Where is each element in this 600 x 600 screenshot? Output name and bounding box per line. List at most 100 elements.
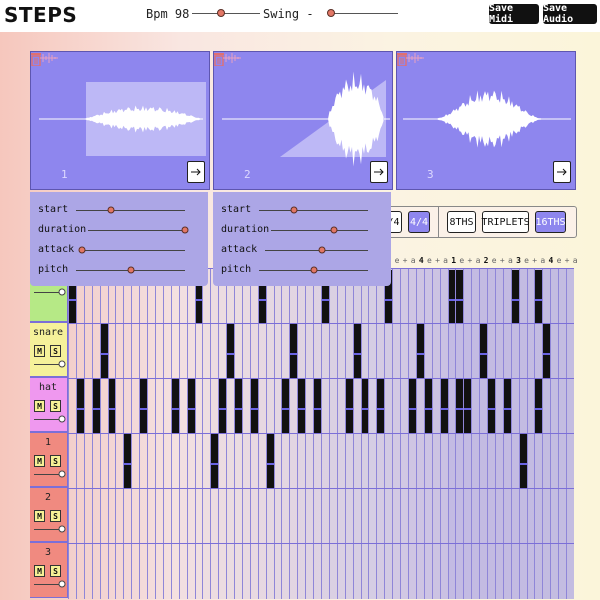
step-sequencer-grid[interactable]	[68, 268, 574, 599]
sample-panel-1[interactable]: 1	[30, 51, 210, 190]
param-slider-knob[interactable]	[78, 246, 86, 254]
velocity-marker	[171, 408, 179, 411]
step-note[interactable]	[464, 379, 472, 433]
param-slider-knob[interactable]	[127, 266, 134, 274]
param-slider-knob[interactable]	[310, 266, 317, 274]
track-volume-knob[interactable]	[58, 360, 66, 368]
bpm-slider-knob[interactable]	[216, 9, 225, 17]
subdivision-16ths[interactable]: 16THS	[535, 211, 566, 233]
solo-button[interactable]: S	[50, 510, 61, 522]
subdivision-triplets[interactable]: TRIPLETS	[481, 211, 530, 233]
swing-slider-knob[interactable]	[327, 9, 336, 17]
sample-panel-2[interactable]: 2	[213, 51, 393, 190]
mute-button[interactable]: M	[34, 345, 45, 357]
bpm-slider[interactable]	[192, 13, 260, 14]
step-note[interactable]	[361, 379, 369, 433]
step-note[interactable]	[345, 379, 353, 433]
export-button[interactable]	[553, 161, 571, 183]
step-note[interactable]	[108, 379, 116, 433]
param-slider-start[interactable]	[259, 210, 368, 211]
beat-label: 2	[483, 256, 489, 265]
step-note[interactable]	[92, 379, 100, 433]
step-note[interactable]	[535, 270, 543, 323]
grid-line	[336, 269, 338, 599]
mute-button[interactable]: M	[34, 565, 45, 577]
step-note[interactable]	[353, 324, 361, 378]
step-note[interactable]	[377, 379, 385, 433]
step-note[interactable]	[266, 434, 274, 488]
track-label[interactable]: 2 MS	[30, 487, 68, 542]
param-slider-attack[interactable]	[265, 250, 368, 251]
grid-column	[392, 269, 401, 599]
step-note[interactable]	[543, 324, 551, 378]
step-note[interactable]	[187, 379, 195, 433]
step-note[interactable]	[250, 379, 258, 433]
grid-line	[178, 269, 180, 599]
beat-label: a	[443, 256, 449, 265]
step-note[interactable]	[480, 324, 488, 378]
solo-button[interactable]: S	[50, 565, 61, 577]
track-volume-knob[interactable]	[58, 288, 66, 296]
step-note[interactable]	[440, 379, 448, 433]
save-audio-button[interactable]: Save Audio	[543, 3, 597, 25]
step-note[interactable]	[408, 379, 416, 433]
param-slider-start[interactable]	[76, 210, 185, 211]
waveform-1	[39, 82, 206, 156]
param-slider-knob[interactable]	[290, 206, 298, 214]
export-button[interactable]	[370, 161, 388, 183]
swing-slider[interactable]	[330, 13, 398, 14]
time-signature-4-4[interactable]: 4/4	[408, 211, 430, 233]
step-note[interactable]	[211, 434, 219, 488]
step-note[interactable]	[314, 379, 321, 433]
solo-button[interactable]: S	[50, 455, 61, 467]
step-note[interactable]	[519, 434, 527, 488]
mute-button[interactable]: M	[34, 510, 45, 522]
step-note[interactable]	[140, 379, 148, 433]
solo-button[interactable]: S	[50, 400, 61, 412]
sample-panel-3[interactable]: 3	[396, 51, 576, 190]
step-note[interactable]	[424, 379, 432, 433]
step-note[interactable]	[282, 379, 290, 433]
track-volume-knob[interactable]	[58, 415, 66, 423]
param-slider-knob[interactable]	[107, 206, 115, 214]
step-note[interactable]	[488, 379, 495, 433]
step-note[interactable]	[219, 379, 227, 433]
save-midi-button[interactable]: Save Midi	[489, 3, 539, 25]
track-label[interactable]: snare M S	[30, 322, 68, 377]
track-volume-knob[interactable]	[58, 580, 66, 588]
track-volume-knob[interactable]	[58, 525, 66, 533]
track-label[interactable]: 1 MS	[30, 432, 68, 487]
solo-button[interactable]: S	[50, 345, 61, 357]
param-slider-knob[interactable]	[181, 226, 189, 234]
beat-label: e	[394, 256, 400, 265]
step-note[interactable]	[235, 379, 242, 433]
track-label[interactable]: 3 MS	[30, 542, 68, 598]
export-button[interactable]	[187, 161, 205, 183]
step-note[interactable]	[448, 270, 456, 323]
step-note[interactable]	[511, 270, 519, 323]
step-note[interactable]	[535, 379, 543, 433]
track-label[interactable]: hat M S	[30, 377, 68, 432]
step-note[interactable]	[227, 324, 235, 378]
step-note[interactable]	[100, 324, 108, 378]
subdivision-8ths[interactable]: 8THS	[447, 211, 476, 233]
grid-column	[558, 269, 567, 599]
mute-button[interactable]: M	[34, 455, 45, 467]
step-note[interactable]	[456, 379, 464, 433]
step-note[interactable]	[456, 270, 464, 323]
param-slider-attack[interactable]	[82, 250, 185, 251]
param-slider-duration[interactable]	[88, 230, 185, 231]
step-note[interactable]	[124, 434, 132, 488]
param-slider-duration[interactable]	[271, 230, 368, 231]
step-note[interactable]	[416, 324, 424, 378]
mute-button[interactable]: M	[34, 400, 45, 412]
param-slider-knob[interactable]	[330, 226, 338, 234]
step-note[interactable]	[290, 324, 298, 378]
step-note[interactable]	[171, 379, 179, 433]
step-note[interactable]	[76, 379, 84, 433]
step-note[interactable]	[298, 379, 306, 433]
track-volume-knob[interactable]	[58, 470, 66, 478]
step-note[interactable]	[503, 379, 511, 433]
param-label-start: start	[221, 204, 252, 215]
param-slider-knob[interactable]	[318, 246, 326, 254]
